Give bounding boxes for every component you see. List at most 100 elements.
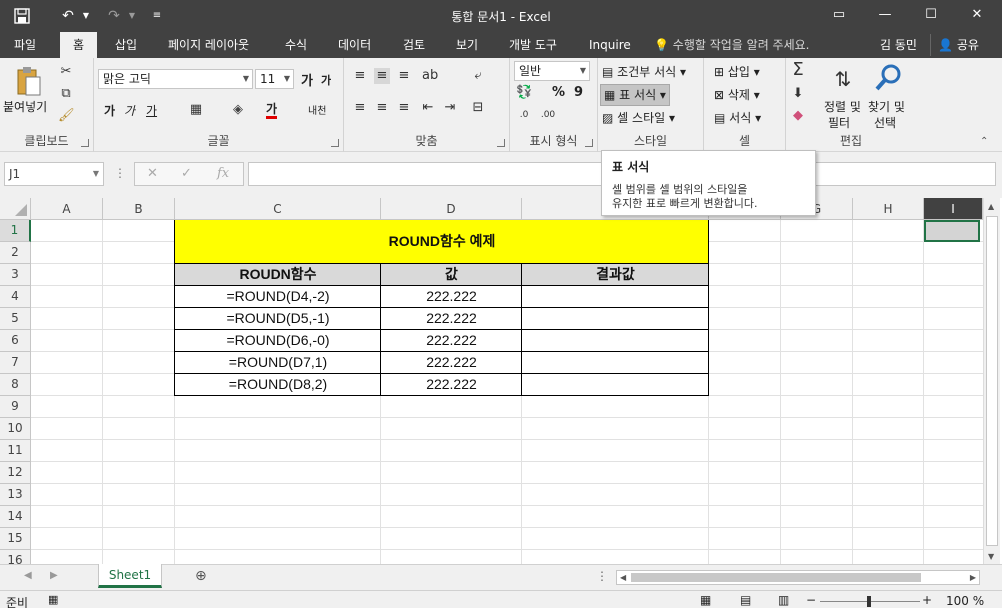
row-header-5[interactable]: 5 [0, 308, 31, 330]
vertical-scroll-thumb[interactable] [986, 216, 998, 546]
row-header-11[interactable]: 11 [0, 440, 31, 462]
scroll-right-icon[interactable]: ▶ [970, 573, 976, 582]
prev-sheet-icon[interactable]: ◀ [24, 570, 32, 581]
scroll-down-icon[interactable]: ▼ [988, 552, 994, 561]
result-cell[interactable] [522, 308, 709, 330]
fill-icon[interactable]: ⬇ [790, 86, 806, 102]
value-cell[interactable]: 222.222 [381, 352, 522, 374]
font-name-select[interactable]: 맑은 고딕 ▼ [98, 69, 253, 89]
autosum-icon[interactable]: Σ [790, 61, 806, 82]
user-name[interactable]: 김 동민 [880, 32, 917, 58]
header-cell-value[interactable]: 값 [381, 264, 522, 286]
name-box[interactable]: J1 ▼ [4, 162, 104, 186]
insert-cells-button[interactable]: ⊞ 삽입 ▾ [714, 63, 760, 80]
column-header-d[interactable]: D [381, 198, 522, 220]
wrap-text-icon[interactable]: ⤶ [470, 68, 486, 84]
align-top-icon[interactable]: ≡ [352, 68, 368, 84]
collapse-ribbon-icon[interactable]: ⌃ [980, 136, 988, 147]
value-cell[interactable]: 222.222 [381, 286, 522, 308]
tab-page-layout[interactable]: 페이지 레이아웃 [166, 32, 251, 58]
insert-function-icon[interactable]: fx [217, 166, 229, 181]
ribbon-display-button[interactable]: ▭ [816, 0, 862, 30]
format-as-table-button[interactable]: ▦ 표 서식 ▾ [600, 84, 670, 106]
bold-button[interactable]: 가 [104, 102, 115, 119]
row-header-8[interactable]: 8 [0, 374, 31, 396]
page-layout-view-icon[interactable]: ▤ [740, 593, 751, 607]
value-cell[interactable]: 222.222 [381, 374, 522, 396]
row-header-7[interactable]: 7 [0, 352, 31, 374]
row-header-9[interactable]: 9 [0, 396, 31, 418]
header-cell-roudn[interactable]: ROUDN함수 [175, 264, 381, 286]
result-cell[interactable] [522, 352, 709, 374]
tab-insert[interactable]: 삽입 [113, 32, 139, 58]
align-middle-icon[interactable]: ≡ [374, 68, 390, 84]
column-header-b[interactable]: B [103, 198, 175, 220]
align-center-icon[interactable]: ≡ [374, 100, 390, 116]
row-header-16[interactable]: 16 [0, 550, 31, 564]
tab-review[interactable]: 검토 [401, 32, 427, 58]
italic-button[interactable]: 가 [124, 102, 135, 119]
column-header-h[interactable]: H [853, 198, 924, 220]
clipboard-launcher-icon[interactable] [81, 139, 89, 147]
copy-icon[interactable]: ⧉ [58, 86, 74, 102]
zoom-slider-thumb[interactable] [867, 596, 871, 607]
result-cell[interactable] [522, 330, 709, 352]
find-select-line1[interactable]: 찾기 및 [868, 98, 905, 115]
number-launcher-icon[interactable] [585, 139, 593, 147]
sort-filter-icon[interactable]: ⇅ [828, 64, 858, 94]
row-header-13[interactable]: 13 [0, 484, 31, 506]
paste-button[interactable]: 붙여넣기 [3, 98, 47, 115]
tab-file[interactable]: 파일 [12, 32, 38, 58]
align-right-icon[interactable]: ≡ [396, 100, 412, 116]
column-header-c[interactable]: C [175, 198, 381, 220]
table-title-cell[interactable]: ROUND함수 예제 [175, 220, 709, 264]
increase-decimal-icon[interactable]: .0 [516, 107, 532, 123]
clear-icon[interactable]: ◆ [790, 108, 806, 124]
conditional-formatting-button[interactable]: ▤ 조건부 서식 ▾ [602, 63, 686, 80]
font-color-button[interactable]: 가 [266, 102, 278, 119]
minimize-button[interactable]: — [862, 0, 908, 30]
alignment-launcher-icon[interactable] [497, 139, 505, 147]
shrink-font-button[interactable]: 가 [321, 72, 331, 88]
formula-cell[interactable]: =ROUND(D6,-0) [175, 330, 381, 352]
value-cell[interactable]: 222.222 [381, 308, 522, 330]
sheet-tab-sheet1[interactable]: Sheet1 [98, 564, 162, 588]
result-cell[interactable] [522, 286, 709, 308]
cut-icon[interactable]: ✂ [58, 64, 74, 80]
formula-cell[interactable]: =ROUND(D8,2) [175, 374, 381, 396]
find-select-icon[interactable] [874, 62, 904, 92]
paste-icon[interactable] [14, 66, 42, 98]
tab-home[interactable]: 홈 [60, 32, 98, 58]
find-select-line2[interactable]: 선택 [874, 114, 896, 131]
tell-me-box[interactable]: 💡 수행할 작업을 알려 주세요. [654, 32, 809, 58]
column-header-a[interactable]: A [31, 198, 103, 220]
active-cell[interactable] [924, 220, 980, 242]
tab-view[interactable]: 보기 [454, 32, 480, 58]
orientation-icon[interactable]: ab [422, 68, 438, 84]
result-cell[interactable] [522, 374, 709, 396]
sort-filter-line2[interactable]: 필터 [828, 114, 850, 131]
row-header-15[interactable]: 15 [0, 528, 31, 550]
row-header-6[interactable]: 6 [0, 330, 31, 352]
format-painter-icon[interactable]: 🖌 [58, 108, 75, 124]
horizontal-scrollbar[interactable]: ◀ ▶ [616, 570, 980, 585]
close-button[interactable]: ✕ [954, 0, 1000, 30]
row-header-12[interactable]: 12 [0, 462, 31, 484]
maximize-button[interactable]: ☐ [908, 0, 954, 30]
tab-formulas[interactable]: 수식 [283, 32, 309, 58]
share-button[interactable]: 👤 공유 [930, 34, 986, 56]
phonetic-button[interactable]: 내천 [308, 102, 326, 117]
formula-bar-options-icon[interactable]: ⋮ [114, 166, 126, 180]
delete-cells-button[interactable]: ⊠ 삭제 ▾ [714, 86, 760, 103]
formula-cell[interactable]: =ROUND(D7,1) [175, 352, 381, 374]
decrease-indent-icon[interactable]: ⇤ [420, 100, 436, 116]
formula-cell[interactable]: =ROUND(D4,-2) [175, 286, 381, 308]
underline-button[interactable]: 가 [146, 102, 157, 119]
row-header-14[interactable]: 14 [0, 506, 31, 528]
select-all-button[interactable] [0, 198, 31, 220]
comma-button[interactable]: 9 [574, 85, 583, 100]
tab-inquire[interactable]: Inquire [587, 32, 633, 58]
cell-styles-button[interactable]: ▨ 셀 스타일 ▾ [602, 109, 675, 126]
tab-data[interactable]: 데이터 [336, 32, 373, 58]
cancel-icon[interactable]: ✕ [147, 166, 158, 181]
